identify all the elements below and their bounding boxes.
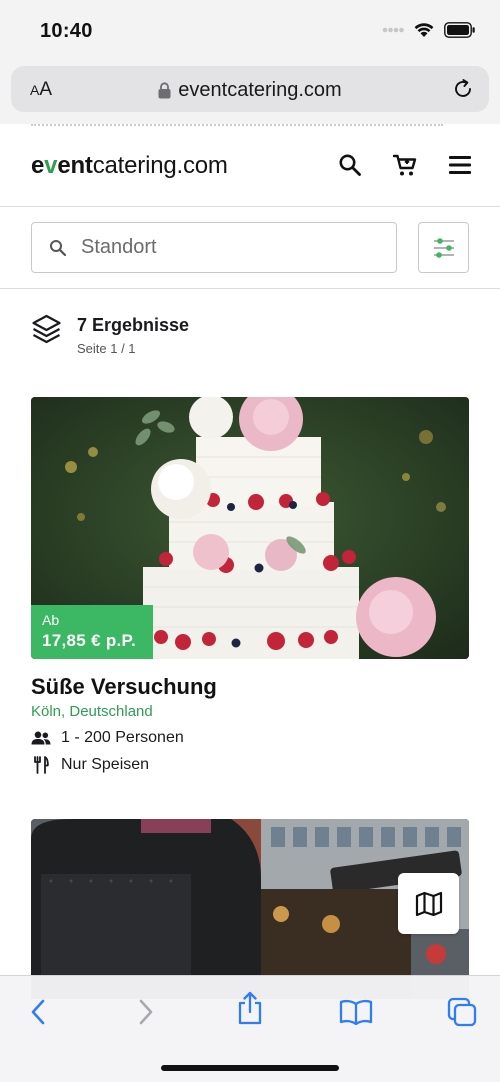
- search-icon: [49, 239, 67, 257]
- lock-icon: [158, 82, 171, 99]
- site-header: eventcatering.com: [0, 130, 500, 207]
- battery-icon: [444, 21, 475, 38]
- cart-icon[interactable]: [392, 152, 418, 178]
- price-prefix: Ab: [42, 612, 60, 628]
- browser-address-bar: AA eventcatering.com: [0, 62, 500, 124]
- guests-label: 1 - 200 Personen: [61, 729, 184, 746]
- location-search[interactable]: [31, 222, 397, 273]
- cutlery-icon: [34, 756, 49, 774]
- url-field[interactable]: AA eventcatering.com: [11, 66, 489, 112]
- map-icon: [415, 891, 442, 916]
- people-icon: [31, 731, 51, 745]
- service-label: Nur Speisen: [61, 756, 150, 773]
- site-logo[interactable]: eventcatering.com: [31, 152, 228, 180]
- back-icon: [31, 999, 45, 1025]
- status-time: 10:40: [40, 20, 93, 42]
- results-count: 7 Ergebnisse: [77, 315, 190, 335]
- page-indicator: Seite 1 / 1: [77, 341, 136, 356]
- share-button[interactable]: [230, 991, 270, 1025]
- menu-icon[interactable]: [448, 154, 472, 176]
- listing-guests: 1 - 200 Personen: [31, 729, 184, 747]
- home-indicator: [161, 1065, 339, 1071]
- results-summary: 7 Ergebnisse Seite 1 / 1: [31, 313, 189, 356]
- price-value: 17,85 € p.P.: [42, 631, 137, 650]
- map-view-button[interactable]: [398, 873, 459, 934]
- signal-dots-icon: [382, 27, 404, 32]
- bookmarks-icon: [339, 999, 373, 1025]
- wifi-icon: [414, 23, 434, 37]
- forward-button[interactable]: [126, 996, 166, 1028]
- location-input[interactable]: [81, 236, 341, 259]
- scrolled-content-edge: [31, 124, 443, 127]
- bookmarks-button[interactable]: [336, 996, 376, 1028]
- filter-icon: [433, 237, 454, 258]
- forward-icon: [139, 999, 153, 1025]
- listing-service: Nur Speisen: [31, 756, 149, 774]
- reload-icon[interactable]: [451, 77, 475, 101]
- listing-title[interactable]: Süße Versuchung: [31, 674, 217, 700]
- status-icons: [382, 21, 476, 38]
- tabs-button[interactable]: [442, 996, 482, 1028]
- layers-icon: [32, 314, 61, 344]
- price-badge: Ab 17,85 € p.P.: [31, 605, 153, 659]
- search-row: [0, 207, 500, 289]
- listing-location: Köln, Deutschland: [31, 703, 153, 720]
- back-button[interactable]: [18, 996, 58, 1028]
- tabs-icon: [447, 997, 477, 1027]
- filter-button[interactable]: [418, 222, 469, 273]
- search-icon[interactable]: [338, 153, 362, 177]
- share-icon: [238, 991, 262, 1025]
- status-bar: 10:40: [0, 0, 500, 62]
- url-text: eventcatering.com: [178, 79, 342, 101]
